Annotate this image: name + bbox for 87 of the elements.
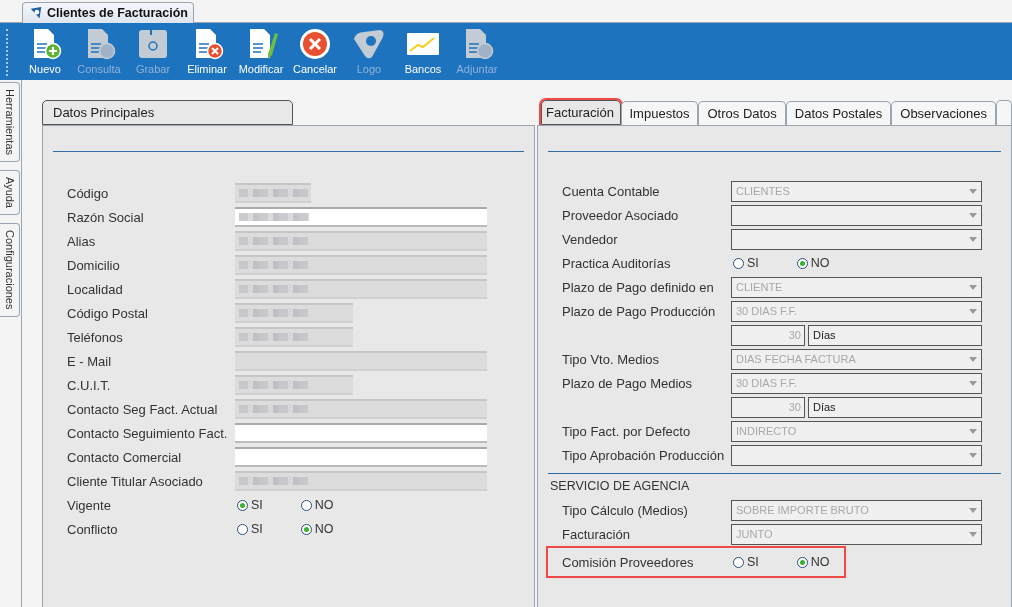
radio-button[interactable]: NO bbox=[796, 256, 830, 270]
input-field[interactable] bbox=[235, 351, 487, 371]
input-field[interactable] bbox=[235, 303, 353, 323]
field-label: Alias bbox=[67, 233, 97, 249]
field-label: Practica Auditorías bbox=[562, 255, 672, 271]
side-tab[interactable]: Ayuda bbox=[0, 170, 20, 216]
radio-button[interactable]: NO bbox=[300, 498, 334, 512]
field-label: Tipo Vto. Medios bbox=[562, 351, 661, 367]
field-label: Tipo Fact. por Defecto bbox=[562, 423, 692, 439]
field-label: Plazo de Pago definido en bbox=[562, 279, 715, 295]
section-heading: SERVICIO DE AGENCIA bbox=[550, 479, 690, 493]
panel-tab[interactable]: Otros Datos bbox=[698, 101, 786, 125]
field-label: Contacto Seguimiento Fact. bbox=[67, 425, 229, 441]
toolbar-button[interactable]: Eliminar bbox=[180, 23, 234, 80]
toolbar-button[interactable]: Modificar bbox=[234, 23, 288, 80]
side-tab[interactable]: Configuraciones bbox=[0, 223, 20, 317]
input-field[interactable] bbox=[235, 279, 487, 299]
cancel-icon bbox=[298, 27, 332, 61]
field-label: Localidad bbox=[67, 281, 124, 297]
panel-tab[interactable]: Impuestos bbox=[620, 101, 699, 125]
panel-tab[interactable]: Observaciones bbox=[891, 101, 996, 125]
caret-icon bbox=[969, 380, 977, 386]
field-label: Plazo de Pago Medios bbox=[562, 375, 694, 391]
caret-icon bbox=[969, 507, 977, 513]
radio-button[interactable]: SI bbox=[237, 522, 263, 536]
panel-tab[interactable] bbox=[996, 100, 1012, 125]
side-tab[interactable]: Herramientas bbox=[0, 82, 20, 163]
toolbar-button[interactable]: Nuevo bbox=[18, 23, 72, 80]
logo-icon bbox=[29, 6, 43, 20]
field-label: Tipo Cálculo (Medios) bbox=[562, 502, 689, 518]
window-title: Clientes de Facturación bbox=[47, 6, 188, 20]
caret-icon bbox=[969, 428, 977, 434]
radio-button[interactable]: NO bbox=[796, 555, 830, 569]
input-field[interactable] bbox=[235, 399, 487, 419]
unit-field: Días bbox=[808, 396, 982, 418]
field-label: Domicilio bbox=[67, 257, 121, 273]
save-icon bbox=[136, 27, 170, 61]
input-field[interactable] bbox=[235, 471, 487, 491]
field-label: Razón Social bbox=[67, 209, 145, 225]
field-label: Tipo Aprobación Producción bbox=[562, 447, 726, 463]
input-field[interactable] bbox=[235, 255, 487, 275]
field-label: Cuenta Contable bbox=[562, 183, 661, 199]
radio-button[interactable]: SI bbox=[237, 498, 263, 512]
dropdown[interactable] bbox=[731, 228, 982, 250]
caret-icon bbox=[969, 284, 977, 290]
field-label: Código Postal bbox=[67, 305, 149, 321]
field-label: Código bbox=[67, 185, 110, 201]
input-field[interactable] bbox=[235, 327, 353, 347]
panel-tab[interactable]: Datos Postales bbox=[785, 101, 892, 125]
radio-button[interactable]: SI bbox=[733, 256, 759, 270]
input-field[interactable] bbox=[235, 183, 311, 203]
window-tab[interactable]: Clientes de Facturación bbox=[22, 2, 194, 23]
dropdown[interactable] bbox=[731, 444, 982, 466]
field-label: Contacto Seg Fact. Actual bbox=[67, 401, 219, 417]
caret-icon bbox=[969, 356, 977, 362]
toolbar-button[interactable]: Cancelar bbox=[288, 23, 342, 80]
field-label: Facturación bbox=[562, 526, 631, 542]
caret-icon bbox=[969, 236, 977, 242]
logo-icon bbox=[352, 27, 386, 61]
input-field[interactable] bbox=[235, 207, 487, 227]
input-field[interactable] bbox=[235, 375, 353, 395]
panel-tab[interactable]: Facturación bbox=[541, 100, 621, 125]
field-label: Conflicto bbox=[67, 521, 119, 537]
caret-icon bbox=[969, 188, 977, 194]
dropdown[interactable] bbox=[731, 204, 982, 226]
field-label: C.U.I.T. bbox=[67, 377, 112, 393]
radio-button[interactable]: NO bbox=[300, 522, 334, 536]
field-label: Vendedor bbox=[562, 231, 619, 247]
toolbar-button[interactable]: Bancos bbox=[396, 23, 450, 80]
radio-button[interactable]: SI bbox=[733, 555, 759, 569]
input-field[interactable] bbox=[235, 231, 487, 251]
panel-tab[interactable]: Datos Principales bbox=[42, 100, 293, 125]
caret-icon bbox=[969, 531, 977, 537]
input-field[interactable] bbox=[235, 423, 487, 443]
field-label: Teléfonos bbox=[67, 329, 124, 345]
field-label: Vigente bbox=[67, 497, 112, 513]
caret-icon bbox=[969, 452, 977, 458]
field-label: Contacto Comercial bbox=[67, 449, 183, 465]
caret-icon bbox=[969, 308, 977, 314]
field-label: Comisión Proveedores bbox=[562, 554, 695, 570]
field-label: Cliente Titular Asociado bbox=[67, 473, 204, 489]
field-label: Proveedor Asociado bbox=[562, 207, 680, 223]
field-label: Plazo de Pago Producción bbox=[562, 303, 717, 319]
input-field[interactable] bbox=[235, 447, 487, 467]
unit-field: Días bbox=[808, 324, 982, 346]
field-label: E - Mail bbox=[67, 353, 113, 369]
caret-icon bbox=[969, 212, 977, 218]
